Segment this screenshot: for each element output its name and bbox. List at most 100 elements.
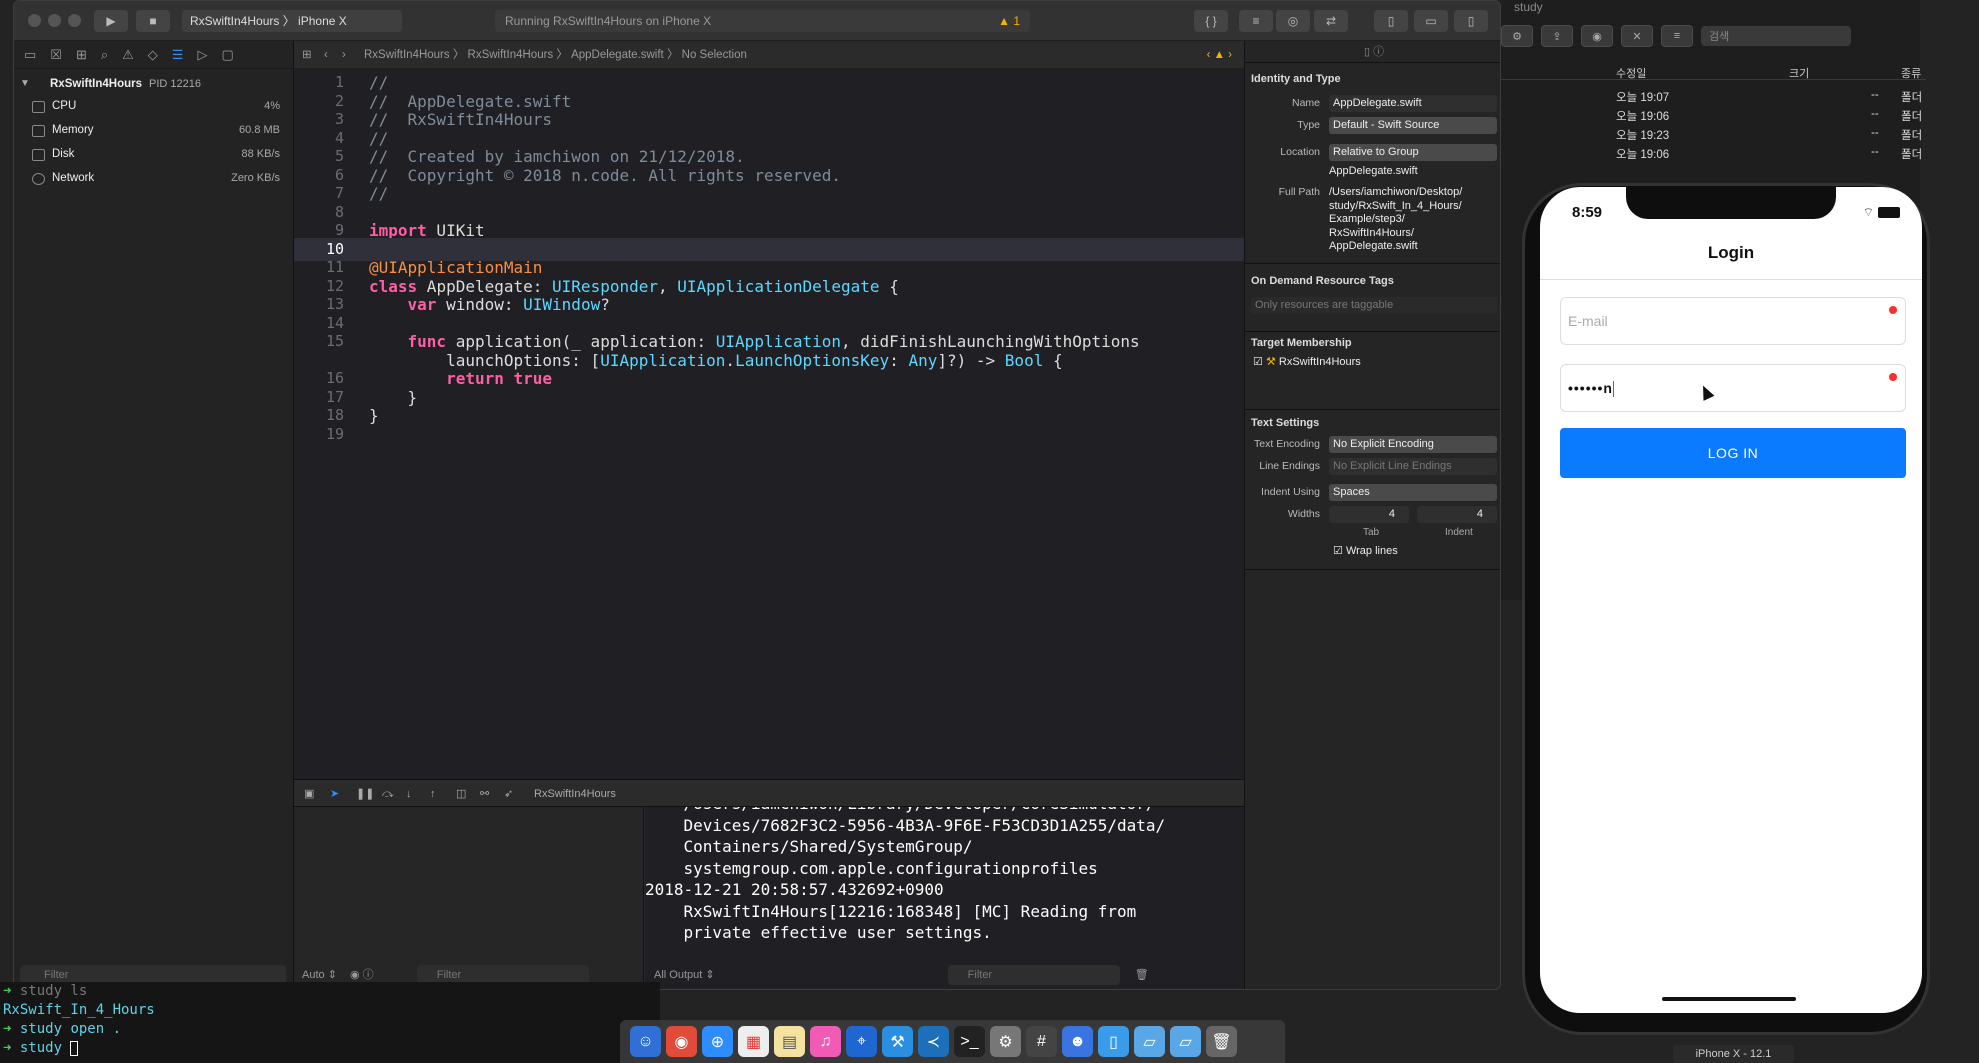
test-icon[interactable]: ◇ [148, 47, 158, 63]
terminal-icon[interactable]: >_ [954, 1026, 985, 1057]
checkbox-checked-icon[interactable]: ☑ [1333, 545, 1343, 557]
tab-width-stepper[interactable]: 4 [1329, 506, 1409, 523]
trash-icon[interactable]: 🗑 [1135, 969, 1149, 981]
col-size[interactable]: 크기 [1789, 65, 1809, 81]
memory-graph-icon[interactable]: ⚯ [480, 780, 489, 808]
col-kind[interactable]: 종류 [1901, 65, 1921, 81]
breakpoints-toggle-icon[interactable]: ➤ [330, 780, 339, 808]
step-in-icon[interactable]: ↓ [406, 780, 412, 808]
finder-row[interactable]: 오늘 19:23 -- 폴더 [1501, 124, 1926, 143]
file-icon[interactable]: ▯ [1364, 46, 1370, 58]
code-line[interactable]: class AppDelegate: UIResponder, UIApplic… [369, 277, 899, 296]
checkbox-checked-icon[interactable]: ☑ [1253, 356, 1263, 368]
type-popup[interactable]: Default - Swift Source [1329, 117, 1497, 134]
login-button[interactable]: LOG IN [1560, 428, 1906, 478]
breakpoint-icon[interactable]: ▷ [197, 47, 207, 63]
location-icon[interactable]: ➶ [504, 780, 513, 808]
simulator-screen[interactable]: 8:59 ⌔ Login E-mail ••••••n LOG IN [1540, 187, 1922, 1013]
close-tab-icon[interactable]: ✕ [1621, 25, 1653, 47]
forward-icon[interactable]: › [342, 41, 346, 69]
issue-warning-icon[interactable]: ‹ ▲ › [1207, 41, 1232, 69]
wrap-lines-checkbox[interactable]: ☑ Wrap lines [1333, 544, 1398, 557]
encoding-popup[interactable]: No Explicit Encoding [1329, 436, 1497, 453]
assistant-editor-button[interactable]: ◎ [1276, 10, 1310, 32]
discord-icon[interactable]: ☻ [1062, 1026, 1093, 1057]
system-preferences-icon[interactable]: ⚙ [990, 1026, 1021, 1057]
finder-search-input[interactable]: 검색 [1701, 26, 1851, 46]
auto-selector[interactable]: Auto [302, 969, 325, 981]
breadcrumb-selection[interactable]: No Selection [682, 49, 747, 61]
code-line[interactable]: // [369, 129, 388, 148]
back-icon[interactable]: ‹ [324, 41, 328, 69]
find-icon[interactable]: ⌕ [101, 47, 108, 63]
code-line[interactable]: func application(_ application: UIApplic… [369, 332, 1140, 351]
output-selector[interactable]: All Output [654, 969, 702, 981]
calendar-icon[interactable]: ▦ [738, 1026, 769, 1057]
gauge-row[interactable]: Disk 88 KB/s [14, 145, 294, 165]
applications-folder-icon[interactable]: ▱ [1134, 1026, 1165, 1057]
simulator-icon[interactable]: ▯ [1098, 1026, 1129, 1057]
finder-icon[interactable]: ☺ [630, 1026, 661, 1057]
email-field[interactable]: E-mail [1560, 297, 1906, 345]
code-line[interactable]: @UIApplicationMain [369, 258, 542, 277]
share-icon[interactable]: ⇪ [1541, 25, 1573, 47]
console-filter-input[interactable]: Filter [947, 965, 1120, 985]
indent-popup[interactable]: Spaces [1329, 484, 1497, 501]
step-out-icon[interactable]: ↑ [430, 780, 436, 808]
view-hierarchy-icon[interactable]: ◫ [456, 780, 466, 808]
gauge-row[interactable]: Memory 60.8 MB [14, 121, 294, 141]
notes-icon[interactable]: ▤ [774, 1026, 805, 1057]
code-line[interactable]: var window: UIWindow? [369, 295, 610, 314]
code-line[interactable]: // Created by iamchiwon on 21/12/2018. [369, 147, 745, 166]
help-icon[interactable]: ⓘ [1373, 46, 1384, 58]
safari-icon[interactable]: ⊕ [702, 1026, 733, 1057]
list-view-icon[interactable]: ≡ [1661, 25, 1693, 47]
breadcrumb-project[interactable]: RxSwiftIn4Hours [364, 49, 450, 61]
zoom-window-button[interactable] [68, 14, 81, 27]
issue-icon[interactable]: ⚠ [122, 47, 134, 63]
stop-button[interactable]: ■ [136, 10, 170, 32]
library-button[interactable]: { } [1194, 10, 1228, 32]
location-popup[interactable]: Relative to Group [1329, 144, 1497, 161]
version-editor-button[interactable]: ⇄ [1314, 10, 1348, 32]
standard-editor-button[interactable]: ≡ [1239, 10, 1273, 32]
password-field[interactable]: ••••••n [1560, 364, 1906, 412]
process-row[interactable]: ▼ RxSwiftIn4Hours PID 12216 [14, 75, 294, 95]
slack-icon[interactable]: # [1026, 1026, 1057, 1057]
maps-icon[interactable]: ⌖ [846, 1026, 877, 1057]
code-line[interactable]: // Copyright © 2018 n.code. All rights r… [369, 166, 841, 185]
breadcrumb-group[interactable]: RxSwiftIn4Hours [468, 49, 554, 61]
pause-icon[interactable]: ❚❚ [356, 780, 374, 808]
finder-column-headers[interactable]: 수정일 크기 종류 [1501, 62, 1926, 80]
code-line[interactable]: } [369, 406, 379, 425]
symbol-icon[interactable]: ⊞ [76, 47, 87, 63]
toggle-navigator-button[interactable]: ▯ [1374, 10, 1408, 32]
finder-row[interactable]: 오늘 19:07 -- 폴더 [1501, 86, 1926, 105]
folder-icon[interactable]: ▭ [24, 47, 36, 63]
code-line[interactable]: return true [369, 369, 552, 388]
source-control-icon[interactable]: ☒ [50, 47, 62, 63]
gauge-row[interactable]: Network Zero KB/s [14, 169, 294, 189]
gauge-row[interactable]: CPU 4% [14, 97, 294, 117]
code-line[interactable]: // [369, 184, 388, 203]
run-button[interactable]: ▶ [94, 10, 128, 32]
terminal-window[interactable]: ➜ study ls RxSwift_In_4_Hours ➜ study op… [0, 982, 660, 1063]
breadcrumb[interactable]: RxSwiftIn4Hours 〉 RxSwiftIn4Hours 〉 AppD… [364, 41, 747, 69]
hide-debug-icon[interactable]: ▣ [304, 780, 314, 808]
vscode-icon[interactable]: ≺ [918, 1026, 949, 1057]
related-items-icon[interactable]: ⊞ [302, 41, 312, 69]
downloads-folder-icon[interactable]: ▱ [1170, 1026, 1201, 1057]
finder-row[interactable]: 오늘 19:06 -- 폴더 [1501, 105, 1926, 124]
info-icon[interactable]: ⓘ [363, 969, 374, 981]
debug-nav-icon[interactable]: ☰ [172, 47, 184, 63]
code-editor[interactable]: 1 // 2 // AppDelegate.swift 3 // RxSwiftIn4Ho… [294, 69, 1244, 779]
breadcrumb-file[interactable]: AppDelegate.swift [571, 49, 664, 61]
gear-icon[interactable]: ⚙ [1501, 25, 1533, 47]
code-line[interactable]: // RxSwiftIn4Hours [369, 110, 552, 129]
code-line[interactable]: // [369, 73, 388, 92]
scheme-selector[interactable]: RxSwiftIn4Hours 〉 iPhone X [182, 10, 402, 32]
home-indicator[interactable] [1662, 997, 1796, 1001]
finder-row[interactable]: 오늘 19:06 -- 폴더 [1501, 143, 1926, 162]
debug-target[interactable]: RxSwiftIn4Hours [534, 780, 616, 808]
disclosure-icon[interactable]: ▼ [20, 78, 30, 89]
